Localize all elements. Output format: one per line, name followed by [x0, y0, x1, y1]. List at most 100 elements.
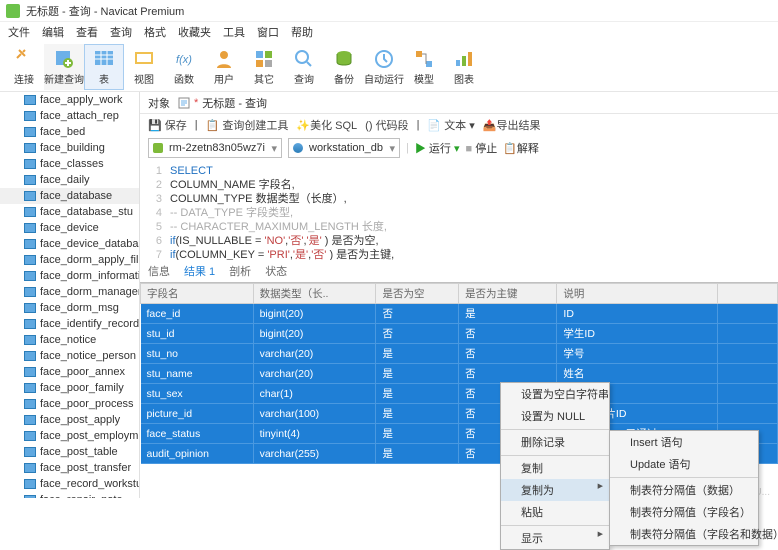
tree-item[interactable]: face_post_apply [0, 412, 139, 428]
codeseg-button[interactable]: () 代码段 [365, 117, 408, 133]
tool-view[interactable]: 视图 [124, 44, 164, 90]
editor-tabs: 对象 *无标题 - 查询 [140, 92, 778, 114]
tree-item[interactable]: face_poor_process [0, 396, 139, 412]
result-tab[interactable]: 剖析 [229, 263, 251, 279]
result-tabs: 信息结果 1 剖析状态 [140, 260, 778, 282]
table-row[interactable]: stu_sexchar(1)是否性别 [141, 384, 778, 404]
ctx-sub-item[interactable]: 制表符分隔值（字段名和数据） [610, 523, 758, 545]
tree-item[interactable]: face_classes [0, 156, 139, 172]
tool-plug[interactable]: 连接 [4, 44, 44, 90]
builder-button[interactable]: 📋 查询创建工具 [206, 117, 289, 133]
ctx-item[interactable]: 显示 [501, 525, 609, 549]
tool-table[interactable]: 表 [84, 44, 124, 90]
tree-item[interactable]: face_post_transfer [0, 460, 139, 476]
tree-item[interactable]: face_poor_family [0, 380, 139, 396]
tree-item[interactable]: face_building [0, 140, 139, 156]
menu-item[interactable]: 查询 [110, 24, 132, 40]
explain-button[interactable]: 📋解释 [503, 140, 539, 156]
tree-item[interactable]: face_dorm_msg [0, 300, 139, 316]
ctx-sub-item[interactable]: 制表符分隔值（字段名） [610, 501, 758, 523]
result-tab[interactable]: 结果 1 [184, 263, 215, 279]
result-tab[interactable]: 状态 [265, 263, 287, 279]
table-row[interactable]: stu_namevarchar(20)是否姓名 [141, 364, 778, 384]
menu-item[interactable]: 查看 [76, 24, 98, 40]
table-tree[interactable]: face_apply_workface_attach_repface_bedfa… [0, 92, 140, 498]
export-button[interactable]: 📤导出结果 [483, 117, 541, 133]
tool-auto[interactable]: 自动运行 [364, 44, 404, 90]
col-header[interactable]: 是否为空 [376, 284, 459, 304]
menu-item[interactable]: 工具 [223, 24, 245, 40]
ctx-sub-item[interactable]: Update 语句 [610, 453, 758, 475]
col-header[interactable]: 字段名 [141, 284, 254, 304]
ctx-item[interactable]: 设置为 NULL [501, 405, 609, 427]
text-button[interactable]: 📄 文本 ▾ [427, 117, 474, 133]
sql-editor[interactable]: 1SELECT2 COLUMN_NAME 字段名,3 COLUMN_TYPE 数… [140, 160, 778, 260]
tab-objects[interactable]: 对象 [148, 95, 170, 111]
tree-item[interactable]: face_notice_person [0, 348, 139, 364]
tree-item[interactable]: face_device [0, 220, 139, 236]
tree-item[interactable]: face_database_stu [0, 204, 139, 220]
tree-item[interactable]: face_record_workstudy [0, 476, 139, 492]
title-bar: 无标题 - 查询 - Navicat Premium [0, 0, 778, 22]
tree-item[interactable]: face_dorm_manager [0, 284, 139, 300]
beautify-button[interactable]: ✨美化 SQL [296, 117, 357, 133]
tree-item[interactable]: face_poor_annex [0, 364, 139, 380]
database-combo[interactable]: workstation_db ▾ [288, 138, 400, 158]
tree-item[interactable]: face_dorm_information [0, 268, 139, 284]
tree-item[interactable]: face_repair_note [0, 492, 139, 498]
col-header[interactable]: 是否为主键 [459, 284, 557, 304]
tool-chart[interactable]: 图表 [444, 44, 484, 90]
tree-item[interactable]: face_dorm_apply_file [0, 252, 139, 268]
run-button[interactable]: ▶ 运行 ▾ [415, 140, 460, 156]
tree-item[interactable]: face_database [0, 188, 139, 204]
tree-item[interactable]: face_bed [0, 124, 139, 140]
tool-fx[interactable]: f(x)函数 [164, 44, 204, 90]
tree-item[interactable]: face_post_employment [0, 428, 139, 444]
query-actions: 💾 保存 | 📋 查询创建工具 ✨美化 SQL () 代码段 | 📄 文本 ▾ … [140, 114, 778, 136]
tree-item[interactable]: face_device_database [0, 236, 139, 252]
context-submenu[interactable]: Insert 语句Update 语句制表符分隔值（数据）制表符分隔值（字段名）制… [609, 430, 759, 546]
context-menu[interactable]: 设置为空白字符串设置为 NULL删除记录复制复制为粘贴显示 [500, 382, 610, 550]
menu-item[interactable]: 编辑 [42, 24, 64, 40]
col-header[interactable]: 数据类型（长.. [253, 284, 376, 304]
ctx-sub-item[interactable]: Insert 语句 [610, 431, 758, 453]
tree-item[interactable]: face_identify_record [0, 316, 139, 332]
ctx-sub-item[interactable]: 制表符分隔值（数据） [610, 477, 758, 501]
tree-item[interactable]: face_notice [0, 332, 139, 348]
tool-user[interactable]: 用户 [204, 44, 244, 90]
table-row[interactable]: picture_idvarchar(100)是否人脸库图片ID [141, 404, 778, 424]
tool-newq[interactable]: 新建查询 [44, 44, 84, 90]
ctx-item[interactable]: 删除记录 [501, 429, 609, 453]
tool-backup[interactable]: 备份 [324, 44, 364, 90]
table-row[interactable]: face_idbigint(20)否是ID [141, 304, 778, 324]
connection-bar: rm-2zetn83n05wz7i ▾ workstation_db ▾ | ▶… [140, 136, 778, 160]
query-icon [178, 97, 190, 109]
col-header[interactable]: 说明 [557, 284, 718, 304]
window-title: 无标题 - 查询 - Navicat Premium [26, 3, 184, 19]
ctx-item[interactable]: 复制 [501, 455, 609, 479]
menu-item[interactable]: 窗口 [257, 24, 279, 40]
menu-bar: 文件编辑查看查询格式收藏夹工具窗口帮助 [0, 22, 778, 42]
tree-item[interactable]: face_apply_work [0, 92, 139, 108]
tab-current[interactable]: *无标题 - 查询 [178, 95, 267, 111]
result-tab[interactable]: 信息 [148, 263, 170, 279]
main-toolbar: 连接新建查询表视图f(x)函数用户其它查询备份自动运行模型图表 [0, 42, 778, 92]
ctx-item[interactable]: 设置为空白字符串 [501, 383, 609, 405]
server-combo[interactable]: rm-2zetn83n05wz7i ▾ [148, 138, 282, 158]
tree-item[interactable]: face_attach_rep [0, 108, 139, 124]
save-button[interactable]: 💾 保存 [148, 117, 187, 133]
menu-item[interactable]: 收藏夹 [178, 24, 211, 40]
tree-item[interactable]: face_daily [0, 172, 139, 188]
menu-item[interactable]: 帮助 [291, 24, 313, 40]
menu-item[interactable]: 文件 [8, 24, 30, 40]
menu-item[interactable]: 格式 [144, 24, 166, 40]
table-row[interactable]: stu_novarchar(20)是否学号 [141, 344, 778, 364]
table-row[interactable]: stu_idbigint(20)否否学生ID [141, 324, 778, 344]
app-icon [6, 4, 20, 18]
ctx-item[interactable]: 粘贴 [501, 501, 609, 523]
tree-item[interactable]: face_post_table [0, 444, 139, 460]
ctx-item[interactable]: 复制为 [501, 479, 609, 501]
tool-model[interactable]: 模型 [404, 44, 444, 90]
tool-other[interactable]: 其它 [244, 44, 284, 90]
tool-query[interactable]: 查询 [284, 44, 324, 90]
